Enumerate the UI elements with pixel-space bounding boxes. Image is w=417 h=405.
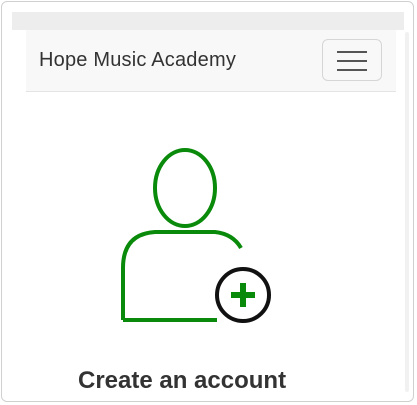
brand-link[interactable]: Hope Music Academy	[39, 49, 236, 72]
navbar-toggle-button[interactable]	[322, 39, 382, 81]
hamburger-menu-icon	[337, 51, 367, 71]
navbar: Hope Music Academy	[26, 30, 396, 92]
app-window: Hope Music Academy Create an account	[1, 1, 414, 402]
add-user-icon	[121, 148, 271, 323]
main-content: Create an account	[26, 92, 396, 401]
top-shade	[12, 12, 404, 30]
page-title: Create an account	[78, 367, 287, 395]
scrollbar[interactable]	[405, 32, 409, 392]
